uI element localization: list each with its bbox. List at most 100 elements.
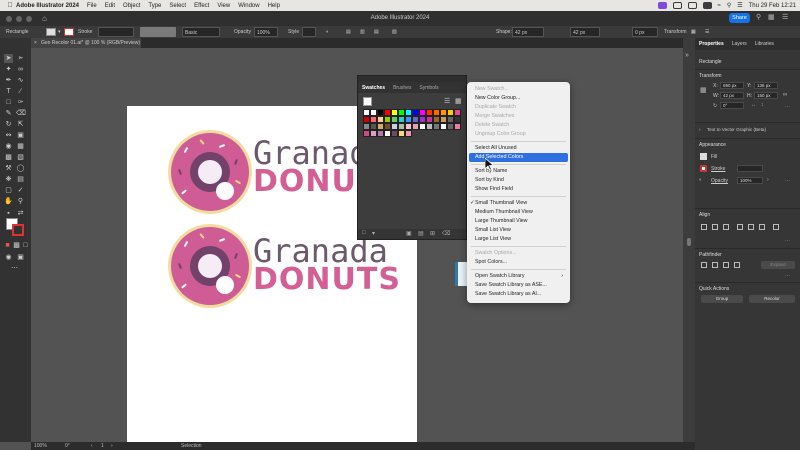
color-swatch[interactable] bbox=[363, 109, 370, 116]
color-swatch[interactable] bbox=[412, 116, 419, 123]
group-button[interactable]: Group bbox=[701, 295, 743, 303]
fill-stroke-indicator[interactable] bbox=[363, 97, 372, 106]
color-swatch[interactable] bbox=[391, 116, 398, 123]
pen-tool-icon[interactable]: ✒ bbox=[4, 76, 13, 85]
creative-cloud-status-icon[interactable] bbox=[657, 2, 667, 9]
paintbrush-tool-icon[interactable]: ✑ bbox=[16, 98, 25, 107]
color-swatch[interactable] bbox=[377, 130, 384, 137]
expand-button[interactable]: Expand bbox=[761, 261, 795, 269]
opacity-label[interactable]: Opacity bbox=[234, 27, 251, 37]
tab-brushes[interactable]: Brushes bbox=[389, 85, 415, 91]
color-swatch[interactable] bbox=[405, 123, 412, 130]
color-swatch[interactable] bbox=[405, 109, 412, 116]
arrange-documents-icon[interactable]: ☰ bbox=[782, 13, 788, 23]
menu-item-new-swatch[interactable]: New Swatch... bbox=[475, 85, 567, 94]
color-swatch[interactable] bbox=[363, 123, 370, 130]
screen-record-icon[interactable] bbox=[672, 2, 682, 9]
menu-item-small-thumbnail-view[interactable]: ✓ Small Thumbnail View bbox=[470, 199, 567, 208]
stroke-label[interactable]: Stroke bbox=[78, 27, 92, 37]
control-panel-menu-icon[interactable]: ☰ bbox=[705, 27, 709, 37]
flip-vertical-icon[interactable]: ↕ bbox=[761, 102, 764, 108]
magic-wand-tool-icon[interactable]: ✦ bbox=[4, 65, 13, 74]
corner-radius-field[interactable]: 0 px bbox=[632, 27, 658, 37]
apple-menu-icon[interactable]:  bbox=[4, 2, 16, 9]
color-swatch[interactable] bbox=[419, 123, 426, 130]
color-swatch[interactable] bbox=[384, 109, 391, 116]
home-icon[interactable]: ⌂ bbox=[42, 14, 47, 23]
tab-libraries[interactable]: Libraries bbox=[751, 41, 778, 47]
list-view-icon[interactable]: ☰ bbox=[444, 97, 450, 105]
width-field[interactable]: 42 px bbox=[720, 92, 744, 99]
brush-definition-field[interactable]: Basic bbox=[182, 27, 220, 37]
gradient-tool-icon[interactable]: ▧ bbox=[16, 153, 25, 162]
type-tool-icon[interactable]: T bbox=[4, 87, 13, 96]
delete-swatch-icon[interactable]: ⌫ bbox=[442, 230, 450, 237]
menu-item-open-swatch-library[interactable]: Open Swatch Library › bbox=[475, 272, 567, 281]
color-swatch[interactable] bbox=[398, 123, 405, 130]
color-swatch[interactable] bbox=[384, 123, 391, 130]
unite-icon[interactable] bbox=[701, 262, 707, 268]
menu-item-small-list-view[interactable]: Small List View bbox=[475, 226, 567, 235]
color-swatch[interactable] bbox=[384, 116, 391, 123]
rotate-tool-icon[interactable]: ↻ bbox=[4, 120, 13, 129]
donut-logo-bottom[interactable] bbox=[168, 224, 252, 308]
color-swatch[interactable] bbox=[391, 109, 398, 116]
menu-item-large-thumbnail-view[interactable]: Large Thumbnail View bbox=[475, 217, 567, 226]
align-to-icon[interactable] bbox=[773, 224, 779, 230]
stroke-swatch[interactable] bbox=[12, 224, 24, 236]
stroke-weight-field[interactable] bbox=[737, 165, 763, 172]
color-swatch[interactable] bbox=[391, 123, 398, 130]
graphic-style-field[interactable] bbox=[302, 27, 316, 37]
intersect-icon[interactable] bbox=[723, 262, 729, 268]
color-swatch[interactable] bbox=[447, 116, 454, 123]
line-tool-icon[interactable]: ∕ bbox=[16, 87, 25, 96]
artboard-tool-icon[interactable]: ▢ bbox=[4, 186, 13, 195]
color-swatch[interactable] bbox=[398, 116, 405, 123]
color-swatch[interactable] bbox=[377, 123, 384, 130]
menu-item-save-swatch-library-ai[interactable]: Save Swatch Library as AI... bbox=[475, 290, 567, 299]
color-swatch[interactable] bbox=[391, 130, 398, 137]
spotlight-icon[interactable]: ⚲ bbox=[727, 2, 731, 9]
zoom-tool-icon[interactable]: ⚲ bbox=[16, 197, 25, 206]
menu-item-new-color-group[interactable]: New Color Group... bbox=[475, 94, 567, 103]
share-button[interactable]: Share bbox=[729, 13, 750, 23]
shape-height-field[interactable]: 42 px bbox=[570, 27, 600, 37]
color-swatch[interactable] bbox=[440, 116, 447, 123]
reference-point-icon[interactable]: ▦ bbox=[700, 86, 707, 94]
menu-item-large-list-view[interactable]: Large List View bbox=[475, 235, 567, 244]
none-mode-icon[interactable]: □ bbox=[21, 241, 30, 250]
opacity-label[interactable]: Opacity bbox=[711, 178, 728, 184]
default-colors-icon[interactable]: ▪ bbox=[4, 209, 13, 218]
close-window-icon[interactable] bbox=[6, 15, 12, 22]
menu-type[interactable]: Type bbox=[148, 3, 161, 9]
rectangle-tool-icon[interactable]: □ bbox=[4, 98, 13, 107]
menu-item-sort-by-kind[interactable]: Sort by Kind bbox=[475, 176, 567, 185]
menu-item-delete-swatch[interactable]: Delete Swatch bbox=[475, 121, 567, 130]
color-swatch[interactable] bbox=[433, 116, 440, 123]
color-swatch[interactable] bbox=[419, 109, 426, 116]
color-swatch[interactable] bbox=[405, 116, 412, 123]
menu-help[interactable]: Help bbox=[268, 3, 280, 9]
hand-tool-icon[interactable]: ✋ bbox=[4, 197, 13, 206]
screen-mode-icon[interactable]: ▣ bbox=[16, 253, 25, 262]
brand-subtitle-top[interactable]: DONUTS bbox=[253, 164, 355, 199]
color-swatch[interactable] bbox=[426, 109, 433, 116]
zoom-level[interactable]: 100% bbox=[34, 442, 47, 450]
color-swatch[interactable] bbox=[412, 123, 419, 130]
artboard-number[interactable]: 1 bbox=[101, 442, 104, 450]
edit-toolbar-icon[interactable]: ⋯ bbox=[10, 264, 19, 273]
workspace-switcher-icon[interactable]: ▦ bbox=[768, 13, 775, 23]
opacity-field[interactable]: 100% bbox=[254, 27, 278, 37]
color-swatch[interactable] bbox=[454, 123, 461, 130]
align-right-icon[interactable] bbox=[723, 224, 729, 230]
menu-item-add-selected-colors[interactable]: Add Selected Colors bbox=[469, 153, 568, 162]
menu-effect[interactable]: Effect bbox=[194, 3, 209, 9]
symbol-sprayer-tool-icon[interactable]: ❋ bbox=[4, 175, 13, 184]
style-label[interactable]: Style bbox=[288, 27, 299, 37]
chevron-right-icon[interactable]: › bbox=[699, 127, 701, 133]
gradient-mode-icon[interactable]: ▩ bbox=[12, 241, 21, 250]
color-swatch[interactable] bbox=[370, 116, 377, 123]
y-position-field[interactable]: 136 px bbox=[754, 82, 778, 89]
search-help-icon[interactable]: ⚲ bbox=[756, 13, 761, 23]
stroke-color-swatch[interactable] bbox=[700, 165, 707, 172]
